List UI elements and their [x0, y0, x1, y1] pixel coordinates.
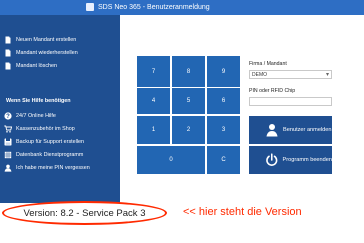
keypad-key-8[interactable]: 8	[172, 56, 205, 87]
svg-text:?: ?	[6, 114, 10, 120]
sidebar-item-label: Mandant wiederherstellen	[16, 50, 78, 56]
sidebar-heading: Wenn Sie Hilfe benötigen	[6, 98, 71, 104]
sidebar-item-label: Neuen Mandant erstellen	[16, 37, 77, 43]
company-label: Firma / Mandant	[249, 61, 287, 67]
login-button-label: Benutzer anmelden	[283, 127, 332, 133]
keypad-key-9[interactable]: 9	[207, 56, 240, 87]
chevron-down-icon: ▾	[325, 72, 329, 78]
power-icon	[266, 153, 278, 166]
version-label: Version: 8.2 - Service Pack 3	[2, 201, 167, 225]
cart-icon	[4, 125, 12, 133]
sidebar-item-label: Kassenzubehör im Shop	[16, 126, 75, 132]
database-icon	[4, 151, 12, 159]
help-icon: ?	[4, 112, 12, 120]
exit-button-label: Programm beenden	[282, 157, 332, 163]
sidebar-item-label: Mandant löschen	[16, 63, 58, 69]
sidebar-item-database[interactable]: Datenbank Dienstprogramm	[4, 149, 83, 161]
version-annotation: << hier steht die Version	[183, 206, 302, 218]
sidebar-item-label: 24/7 Online Hilfe	[16, 113, 56, 119]
sidebar-item-restore-tenant[interactable]: Mandant wiederherstellen	[4, 47, 78, 59]
sidebar-item-backup[interactable]: Backup für Support erstellen	[4, 136, 84, 148]
sidebar-item-label: Ich habe meine PIN vergessen	[16, 165, 90, 171]
document-icon	[4, 62, 12, 70]
sidebar-item-shop[interactable]: Kassenzubehör im Shop	[4, 123, 75, 135]
keypad-key-4[interactable]: 4	[137, 88, 170, 114]
pin-label: PIN oder RFID Chip	[249, 88, 296, 94]
keypad-key-1[interactable]: 1	[137, 116, 170, 144]
keypad-key-3[interactable]: 3	[207, 116, 240, 144]
backup-icon	[4, 138, 12, 146]
keypad-key-clear[interactable]: C	[207, 146, 240, 174]
document-icon	[4, 49, 12, 57]
sidebar-item-forgot-pin[interactable]: Ich habe meine PIN vergessen	[4, 162, 90, 174]
keypad-key-7[interactable]: 7	[137, 56, 170, 87]
keypad-key-0[interactable]: 0	[137, 146, 205, 174]
login-button[interactable]: Benutzer anmelden	[249, 116, 332, 144]
user-icon	[4, 164, 12, 172]
sidebar-item-online-help[interactable]: ? 24/7 Online Hilfe	[4, 110, 56, 122]
app-icon	[86, 3, 94, 11]
title-bar: SDS Neo 365 - Benutzeranmeldung	[0, 0, 364, 15]
company-select[interactable]: DEMO ▾	[249, 70, 332, 79]
exit-button[interactable]: Programm beenden	[249, 146, 332, 174]
keypad-key-6[interactable]: 6	[207, 88, 240, 114]
pin-input[interactable]	[249, 97, 332, 106]
keypad-key-2[interactable]: 2	[172, 116, 205, 144]
company-select-value: DEMO	[252, 72, 267, 78]
document-icon	[4, 36, 12, 44]
sidebar: Neuen Mandant erstellen Mandant wiederhe…	[0, 15, 120, 203]
sidebar-item-label: Backup für Support erstellen	[16, 139, 85, 145]
keypad-key-5[interactable]: 5	[172, 88, 205, 114]
sidebar-item-label: Datenbank Dienstprogramm	[16, 152, 84, 158]
window-title: SDS Neo 365 - Benutzeranmeldung	[98, 4, 210, 11]
user-icon	[266, 124, 278, 137]
sidebar-item-new-tenant[interactable]: Neuen Mandant erstellen	[4, 34, 76, 46]
sidebar-item-delete-tenant[interactable]: Mandant löschen	[4, 60, 57, 72]
